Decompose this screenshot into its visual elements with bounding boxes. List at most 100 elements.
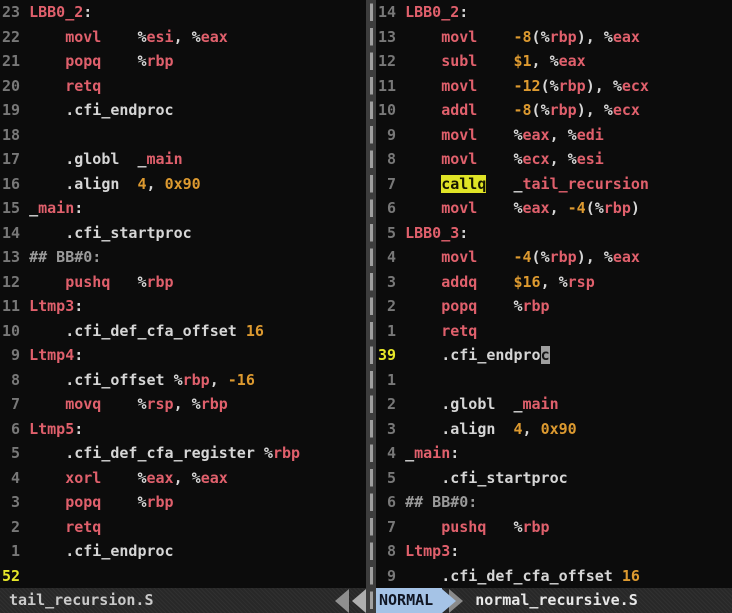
code-line[interactable]: 23 LBB0_2: bbox=[2, 0, 366, 25]
code-token: pushq bbox=[65, 272, 111, 291]
code-line[interactable]: 13 movl -8(%rbp), %eax bbox=[378, 25, 732, 50]
code-line[interactable]: 13 ## BB#0: bbox=[2, 245, 366, 270]
code-token: -4 bbox=[567, 199, 586, 217]
code-line[interactable]: 5 LBB0_3: bbox=[378, 221, 732, 246]
code-token: , bbox=[173, 395, 192, 413]
code-line[interactable]: 6 movl %eax, -4(%rbp) bbox=[378, 196, 732, 221]
code-token: % bbox=[603, 248, 613, 266]
code-line[interactable]: 4 movl -4(%rbp), %eax bbox=[378, 245, 732, 270]
code-token: rsp bbox=[567, 272, 595, 291]
code-token: % bbox=[540, 248, 550, 266]
code-line[interactable]: 3 .align 4, 0x90 bbox=[378, 417, 732, 442]
code-line[interactable]: 7 pushq %rbp bbox=[378, 515, 732, 540]
code-line[interactable]: 1 .cfi_endproc bbox=[2, 539, 366, 564]
line-number: 6 bbox=[378, 493, 406, 511]
code-token: , bbox=[173, 27, 192, 46]
code-line[interactable]: 9 .cfi_def_cfa_offset 16 bbox=[378, 564, 732, 589]
line-number: 3 bbox=[378, 419, 406, 438]
cursor-block: c bbox=[540, 346, 550, 364]
code-line[interactable]: 2 .globl _main bbox=[378, 392, 732, 417]
line-number: 14 bbox=[378, 3, 406, 21]
code-line[interactable]: 19 .cfi_endproc bbox=[2, 98, 366, 123]
code-token: ## BB#0: bbox=[29, 248, 102, 266]
code-token: eax bbox=[146, 468, 174, 487]
editor-pane-left: 23 LBB0_2: 22 movl %esi, %eax 21 popq %rbp… bbox=[0, 0, 366, 588]
code-token: _ bbox=[405, 444, 415, 462]
code-line[interactable]: 3 popq %rbp bbox=[2, 490, 366, 515]
statusline-active[interactable]: NORMAL normal_recursive.S bbox=[366, 588, 732, 613]
editor-pane-right: 14 LBB0_2: 13 movl -8(%rbp), %eax 12 subl … bbox=[376, 0, 732, 588]
code-line[interactable]: 3 addq $16, %rsp bbox=[378, 270, 732, 295]
code-line[interactable]: 15 _main: bbox=[2, 196, 366, 221]
code-line[interactable]: 8 movl %ecx, %esi bbox=[378, 147, 732, 172]
code-token: % bbox=[594, 199, 604, 217]
code-line[interactable]: 11 Ltmp3: bbox=[2, 294, 366, 319]
code-line[interactable]: 8 Ltmp3: bbox=[378, 539, 732, 564]
code-token: : bbox=[74, 346, 84, 364]
code-token: eax bbox=[200, 468, 228, 487]
code-line[interactable]: 5 .cfi_startproc bbox=[378, 466, 732, 491]
code-token: movl bbox=[441, 199, 478, 217]
code-token: , bbox=[549, 125, 568, 144]
code-line[interactable]: 5 .cfi_def_cfa_register %rbp bbox=[2, 441, 366, 466]
code-line[interactable]: 10 .cfi_def_cfa_offset 16 bbox=[2, 319, 366, 344]
code-line[interactable]: 9 movl %eax, %edi bbox=[378, 123, 732, 148]
code-line[interactable]: 12 subl $1, %eax bbox=[378, 49, 732, 74]
code-token: eax bbox=[612, 248, 640, 266]
code-line[interactable]: 7 movq %rsp, %rbp bbox=[2, 392, 366, 417]
window-separator[interactable] bbox=[366, 0, 376, 613]
code-line[interactable]: 21 popq %rbp bbox=[2, 49, 366, 74]
line-number: 2 bbox=[2, 517, 30, 536]
code-line[interactable]: 52 bbox=[2, 564, 366, 589]
line-number: 2 bbox=[378, 297, 406, 315]
code-line[interactable]: 1 retq bbox=[378, 319, 732, 344]
code-line[interactable]: 2 retq bbox=[2, 515, 366, 540]
code-line[interactable]: 8 .cfi_offset %rbp, -16 bbox=[2, 368, 366, 393]
code-token: , bbox=[549, 150, 568, 168]
code-token: 16 bbox=[621, 566, 640, 585]
code-token: ecx bbox=[621, 76, 649, 95]
code-line[interactable]: 22 movl %esi, %eax bbox=[2, 25, 366, 50]
code-line[interactable]: 6 Ltmp5: bbox=[2, 417, 366, 442]
code-line[interactable]: 6 ## BB#0: bbox=[378, 490, 732, 515]
line-number: 10 bbox=[2, 321, 30, 340]
code-line[interactable]: 18 bbox=[2, 123, 366, 148]
line-number: 19 bbox=[2, 101, 30, 119]
line-number: 13 bbox=[378, 27, 406, 46]
code-line[interactable]: 12 pushq %rbp bbox=[2, 270, 366, 295]
code-line[interactable]: 39 .cfi_endproc bbox=[378, 343, 732, 368]
code-line[interactable]: 4 xorl %eax, %eax bbox=[2, 466, 366, 491]
code-line[interactable]: 10 addl -8(%rbp), %ecx bbox=[378, 98, 732, 123]
code-token: 0x90 bbox=[164, 174, 201, 193]
code-line[interactable]: 14 .cfi_startproc bbox=[2, 221, 366, 246]
code-line[interactable]: 4 _main: bbox=[378, 441, 732, 466]
code-token: : bbox=[459, 3, 469, 21]
code-line[interactable]: 14 LBB0_2: bbox=[378, 0, 732, 25]
code-line[interactable]: 1 bbox=[378, 368, 732, 393]
line-number: 3 bbox=[2, 493, 30, 511]
code-token: % bbox=[603, 27, 613, 46]
code-line[interactable]: 16 .align 4, 0x90 bbox=[2, 172, 366, 197]
code-line[interactable]: 7 callq _tail_recursion bbox=[378, 172, 732, 197]
code-token: addq bbox=[441, 272, 478, 291]
code-line[interactable]: 20 retq bbox=[2, 74, 366, 99]
arrow-left-icon bbox=[335, 588, 349, 613]
code-token: rsp bbox=[146, 395, 174, 413]
code-line[interactable]: 9 Ltmp4: bbox=[2, 343, 366, 368]
code-line[interactable]: 11 movl -12(%rbp), %ecx bbox=[378, 74, 732, 99]
statusline-inactive[interactable]: tail_recursion.S bbox=[0, 588, 366, 613]
code-token: main bbox=[38, 199, 75, 217]
code-line[interactable]: 17 .globl _main bbox=[2, 147, 366, 172]
code-token: % bbox=[137, 468, 147, 487]
line-number: 17 bbox=[2, 150, 30, 168]
code-line[interactable]: 2 popq %rbp bbox=[378, 294, 732, 319]
code-token: rbp bbox=[200, 395, 228, 413]
